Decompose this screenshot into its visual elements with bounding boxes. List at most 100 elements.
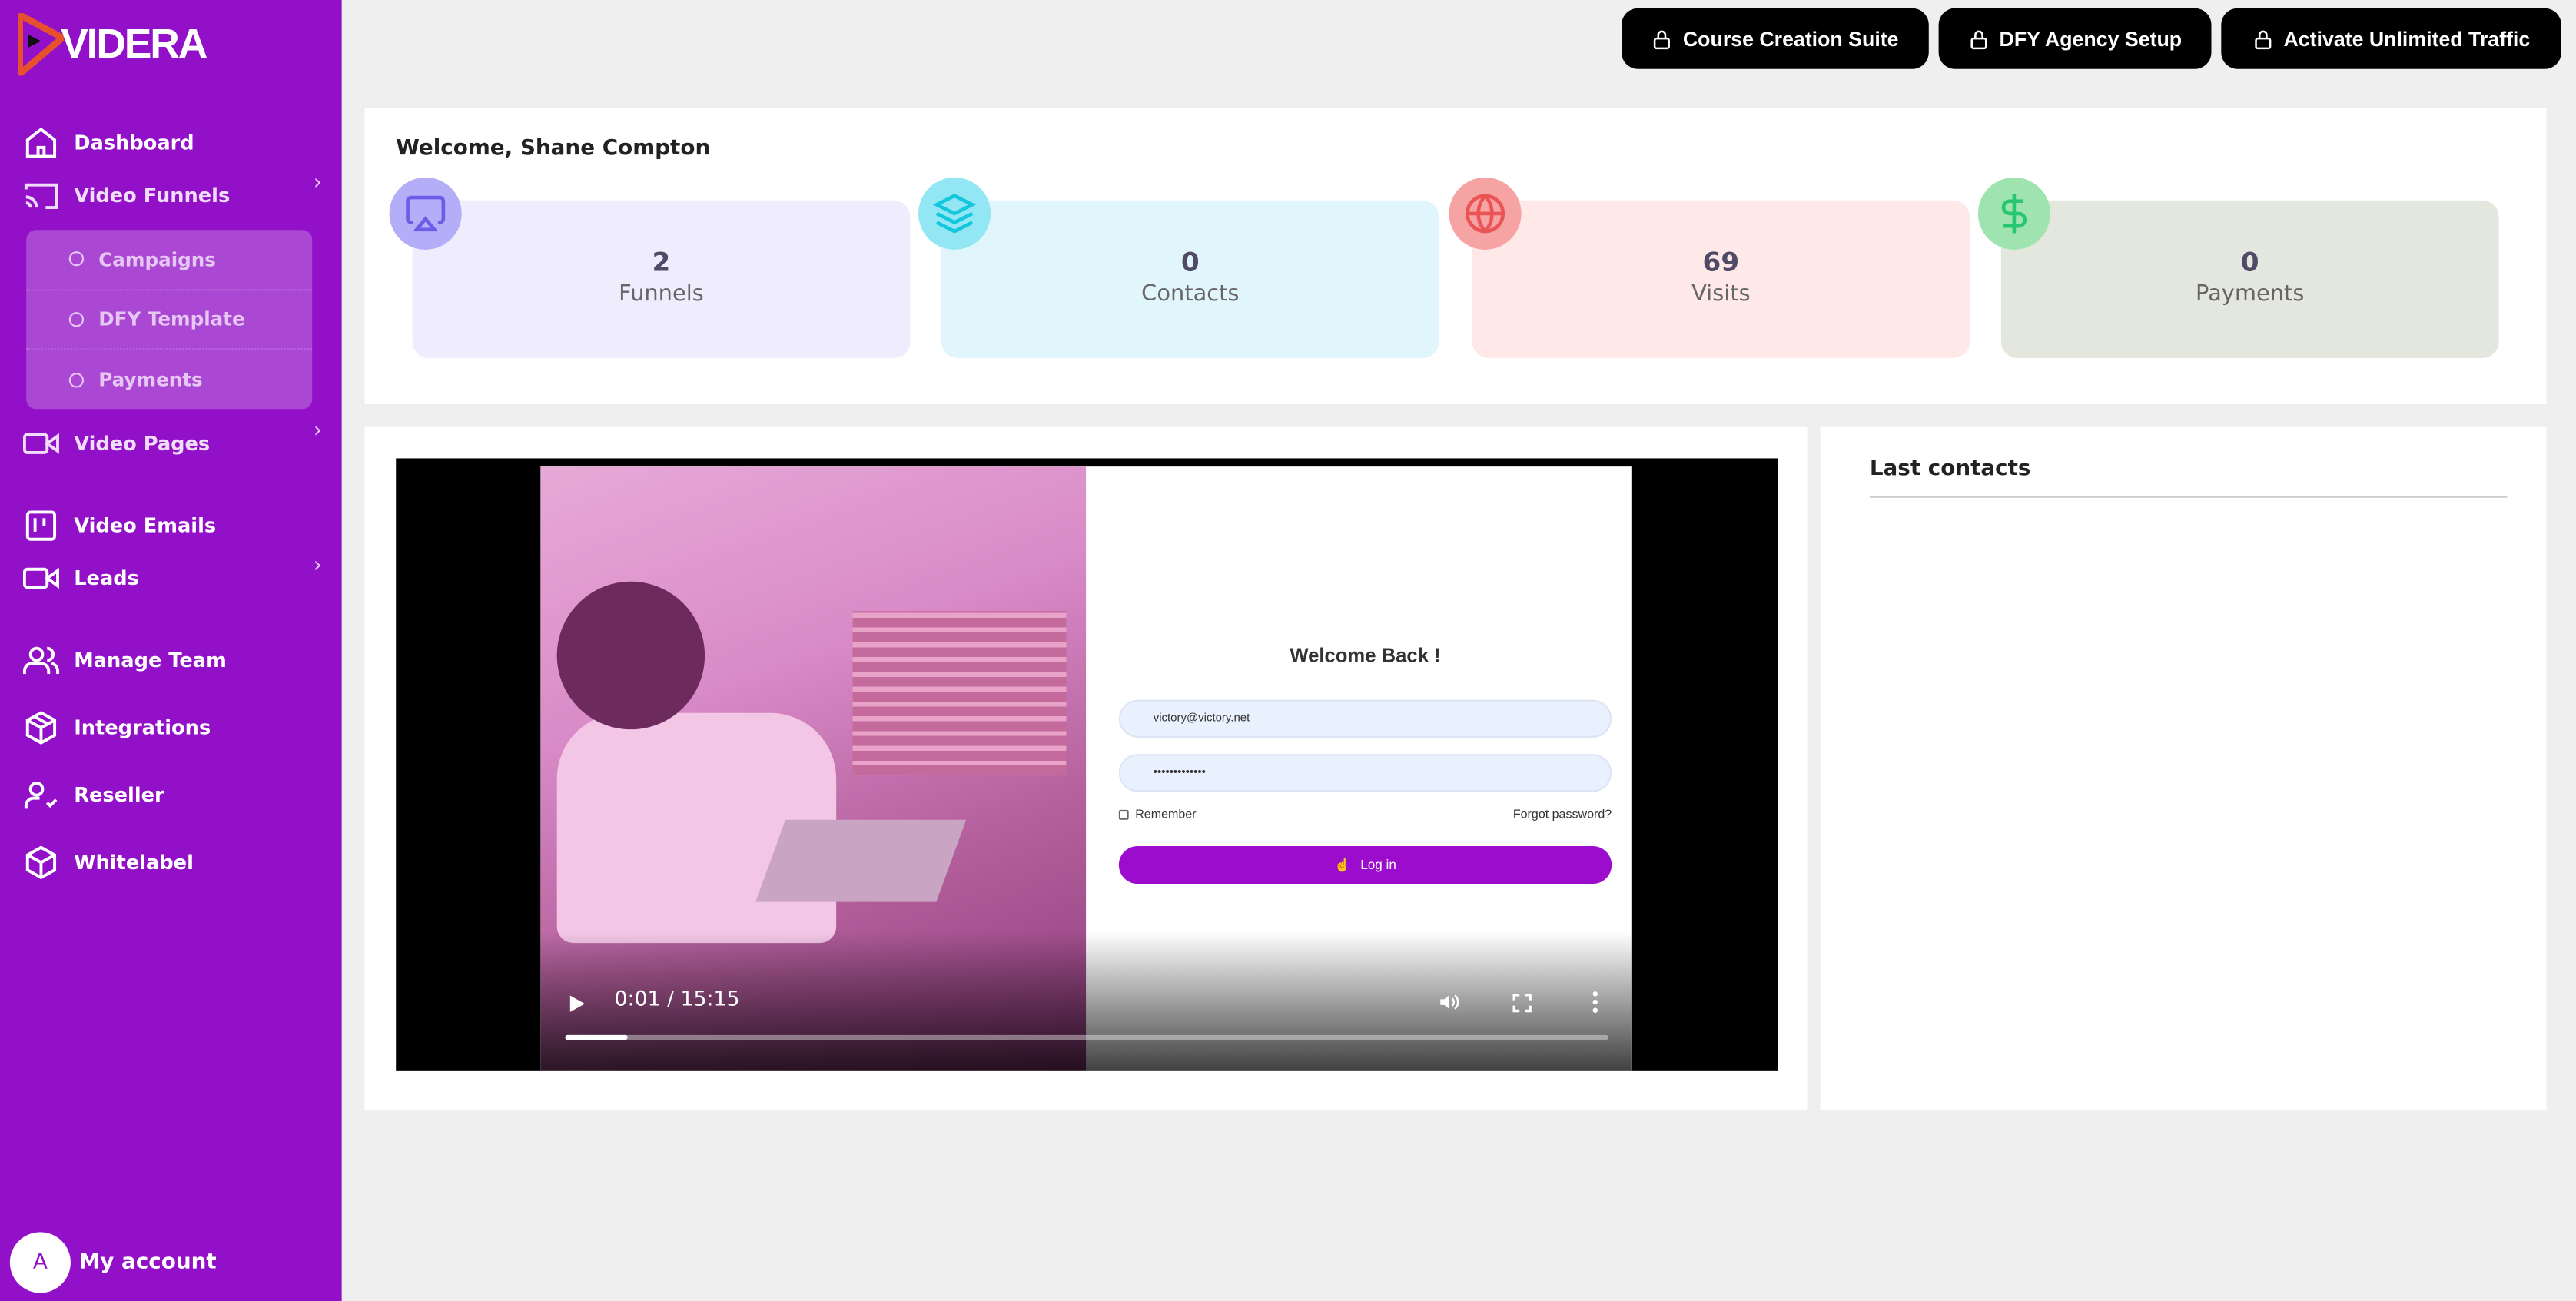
sidebar-item-integrations[interactable]: Integrations bbox=[23, 710, 329, 746]
video-time: 0:01 / 15:15 bbox=[614, 985, 740, 1011]
play-button[interactable] bbox=[567, 994, 587, 1014]
login-button: ☝ Log in bbox=[1118, 845, 1612, 884]
hand-cursor-icon: ☝ bbox=[1334, 857, 1351, 873]
my-account-button[interactable]: A My account bbox=[9, 1232, 217, 1293]
logo[interactable]: VIDERA bbox=[18, 13, 207, 76]
user-check-icon bbox=[24, 782, 58, 809]
volume-button[interactable] bbox=[1436, 991, 1462, 1014]
submenu-item-payments[interactable]: Payments bbox=[26, 350, 312, 410]
box-icon bbox=[25, 711, 57, 745]
stat-value: 0 bbox=[1180, 246, 1200, 278]
dollar-icon bbox=[1977, 177, 2050, 250]
sidebar-item-label: Video Pages bbox=[74, 432, 211, 456]
submenu-item-dfy-template[interactable]: DFY Template bbox=[26, 290, 313, 350]
sidebar-item-video-pages[interactable]: Video Pages › bbox=[22, 419, 329, 462]
sidebar-item-label: Leads bbox=[74, 566, 139, 590]
login-label: Log in bbox=[1360, 857, 1396, 873]
stat-card-contacts: 0 Contacts bbox=[941, 200, 1439, 359]
airplay-icon bbox=[389, 177, 462, 250]
sidebar-item-dashboard[interactable]: Dashboard bbox=[23, 124, 329, 161]
welcome-title: Welcome, Shane Compton bbox=[396, 136, 711, 161]
avatar: A bbox=[9, 1232, 71, 1293]
video-panel: Welcome Back ! victory@victory.net •••••… bbox=[364, 426, 1808, 1111]
password-field: ••••••••••••• bbox=[1118, 754, 1612, 792]
last-contacts-title: Last contacts bbox=[1869, 456, 2031, 482]
my-account-label: My account bbox=[78, 1250, 217, 1275]
sidebar-item-label: Manage Team bbox=[74, 649, 227, 672]
stat-value: 0 bbox=[2240, 246, 2259, 278]
video-progress-bar[interactable] bbox=[565, 1034, 1608, 1040]
stat-value: 69 bbox=[1702, 246, 1740, 278]
stat-value: 2 bbox=[652, 246, 671, 278]
board-icon bbox=[25, 510, 57, 541]
sidebar-item-label: Dashboard bbox=[74, 131, 194, 154]
sidebar-item-manage-team[interactable]: Manage Team bbox=[22, 642, 329, 679]
sidebar-item-label: Integrations bbox=[74, 716, 211, 740]
cast-icon bbox=[24, 183, 58, 210]
submenu-item-campaigns[interactable]: Campaigns bbox=[26, 230, 313, 290]
forgot-password-link: Forgot password? bbox=[1512, 806, 1612, 821]
stat-label: Funnels bbox=[619, 280, 704, 307]
submenu-label: Payments bbox=[98, 368, 203, 392]
stat-card-payments: 0 Payments bbox=[2000, 200, 2499, 359]
stat-label: Payments bbox=[2196, 280, 2305, 307]
button-label: DFY Agency Setup bbox=[1999, 27, 2183, 51]
chevron-right-icon: › bbox=[313, 419, 323, 444]
last-contacts-panel: Last contacts bbox=[1820, 426, 2547, 1111]
globe-icon bbox=[1449, 177, 1522, 250]
video-funnels-submenu: Campaigns DFY Template Payments bbox=[26, 230, 313, 410]
sidebar-item-label: Reseller bbox=[74, 783, 164, 807]
logo-play-icon bbox=[18, 13, 65, 76]
sidebar-item-video-emails[interactable]: Video Emails bbox=[23, 508, 329, 544]
fullscreen-button[interactable] bbox=[1512, 992, 1533, 1014]
circle-icon bbox=[68, 251, 85, 267]
stat-card-visits: 69 Visits bbox=[1472, 200, 1970, 359]
volume-icon bbox=[1440, 994, 1459, 1010]
circle-icon bbox=[68, 311, 85, 327]
sidebar: VIDERA Dashboard Video Funnels › Campaig… bbox=[0, 0, 342, 1301]
more-options-button[interactable] bbox=[1592, 991, 1599, 1014]
lock-icon bbox=[1970, 29, 1987, 49]
button-label: Activate Unlimited Traffic bbox=[2283, 27, 2531, 51]
home-icon bbox=[25, 127, 57, 158]
course-creation-suite-button[interactable]: Course Creation Suite bbox=[1622, 8, 1929, 69]
welcome-panel: Welcome, Shane Compton 2 Funnels 0 Contact… bbox=[364, 108, 2547, 404]
circle-icon bbox=[68, 372, 85, 387]
stat-label: Contacts bbox=[1141, 280, 1240, 307]
remember-checkbox: Remember bbox=[1118, 806, 1197, 821]
lock-icon bbox=[1654, 29, 1671, 49]
lock-icon bbox=[2255, 29, 2272, 49]
play-icon bbox=[569, 995, 586, 1012]
sidebar-item-whitelabel[interactable]: Whitelabel bbox=[23, 845, 329, 881]
email-field: victory@victory.net bbox=[1118, 699, 1612, 738]
activate-unlimited-traffic-button[interactable]: Activate Unlimited Traffic bbox=[2221, 8, 2561, 69]
stat-label: Visits bbox=[1691, 280, 1751, 307]
dfy-agency-setup-button[interactable]: DFY Agency Setup bbox=[1938, 8, 2212, 69]
video-player[interactable]: Welcome Back ! victory@victory.net •••••… bbox=[396, 458, 1778, 1071]
submenu-label: DFY Template bbox=[98, 307, 245, 331]
sidebar-item-reseller[interactable]: Reseller bbox=[23, 777, 329, 813]
sidebar-item-leads[interactable]: Leads › bbox=[22, 553, 329, 596]
divider bbox=[1869, 496, 2508, 498]
sidebar-item-label: Video Emails bbox=[74, 514, 217, 538]
video-progress-fill bbox=[565, 1034, 628, 1040]
video-icon bbox=[22, 567, 59, 589]
video-icon bbox=[22, 433, 59, 454]
video-frame: Welcome Back ! victory@victory.net •••••… bbox=[540, 466, 1632, 1071]
fullscreen-icon bbox=[1512, 993, 1532, 1013]
sidebar-item-label: Video Funnels bbox=[74, 184, 231, 207]
button-label: Course Creation Suite bbox=[1682, 27, 1899, 51]
remember-label: Remember bbox=[1135, 806, 1197, 821]
sidebar-item-label: Whitelabel bbox=[74, 851, 194, 875]
logo-text: VIDERA bbox=[61, 20, 207, 67]
stat-card-funnels: 2 Funnels bbox=[412, 200, 911, 359]
more-vertical-icon bbox=[1592, 991, 1598, 1013]
submenu-label: Campaigns bbox=[98, 247, 216, 271]
users-icon bbox=[22, 646, 59, 675]
cube-icon bbox=[25, 845, 57, 880]
sidebar-item-video-funnels[interactable]: Video Funnels › bbox=[23, 171, 329, 214]
login-title: Welcome Back ! bbox=[1290, 644, 1441, 667]
chevron-right-icon: › bbox=[313, 171, 323, 196]
layers-icon bbox=[918, 177, 991, 250]
chevron-right-icon: › bbox=[313, 553, 323, 579]
